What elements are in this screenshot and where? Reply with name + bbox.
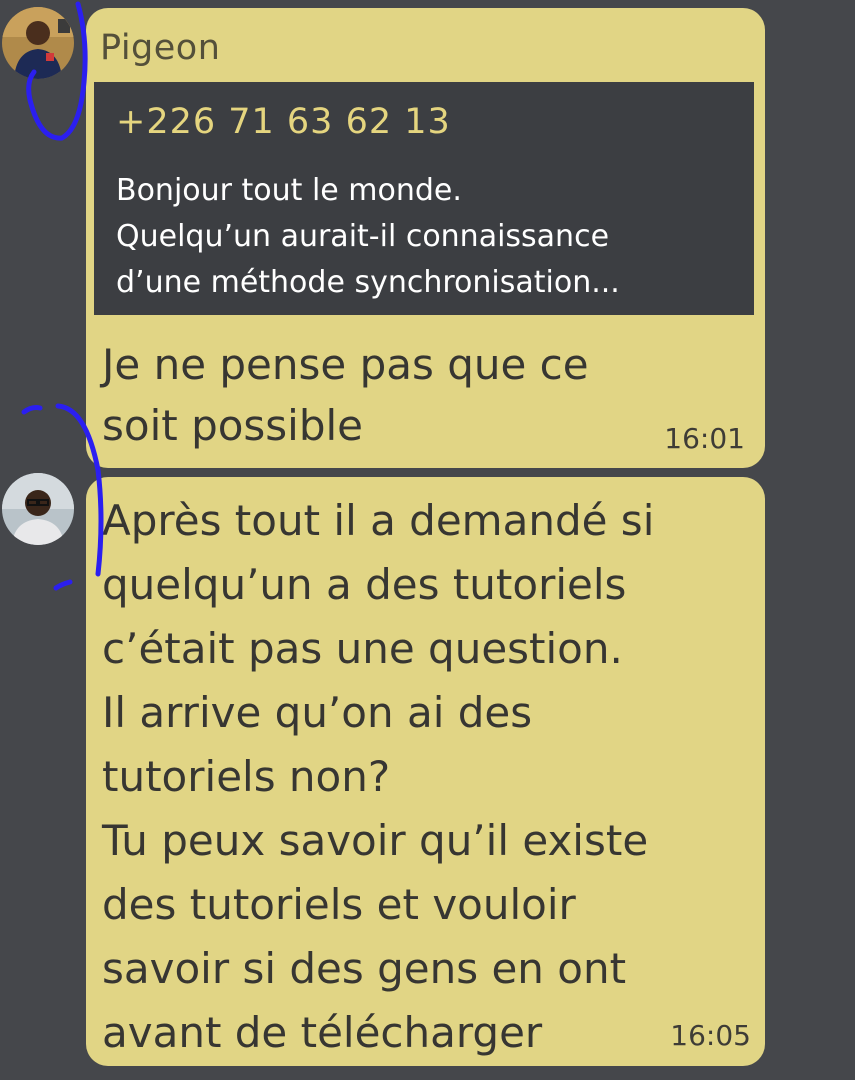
message-bubble[interactable]: Pigeon +226 71 63 62 13 Bonjour tout le … (86, 8, 765, 468)
sender-avatar[interactable] (2, 7, 74, 79)
message-text: Après tout il a demandé si quelqu’un a d… (102, 496, 655, 1057)
message-bubble[interactable]: Après tout il a demandé si quelqu’un a d… (86, 477, 765, 1066)
quoted-text: Bonjour tout le monde. Quelqu’un aurait-… (116, 173, 620, 300)
sender-avatar[interactable] (2, 473, 74, 545)
quoted-message[interactable]: +226 71 63 62 13 Bonjour tout le monde. … (94, 82, 754, 315)
message-timestamp: 16:05 (670, 1019, 751, 1052)
message-text: Je ne pense pas que ce soit possible (102, 340, 589, 450)
quoted-sender: +226 71 63 62 13 (116, 102, 451, 142)
annotation-stroke (21, 405, 43, 415)
annotation-stroke (53, 579, 73, 591)
sender-name[interactable]: Pigeon (100, 26, 220, 70)
message-timestamp: 16:01 (664, 422, 745, 455)
